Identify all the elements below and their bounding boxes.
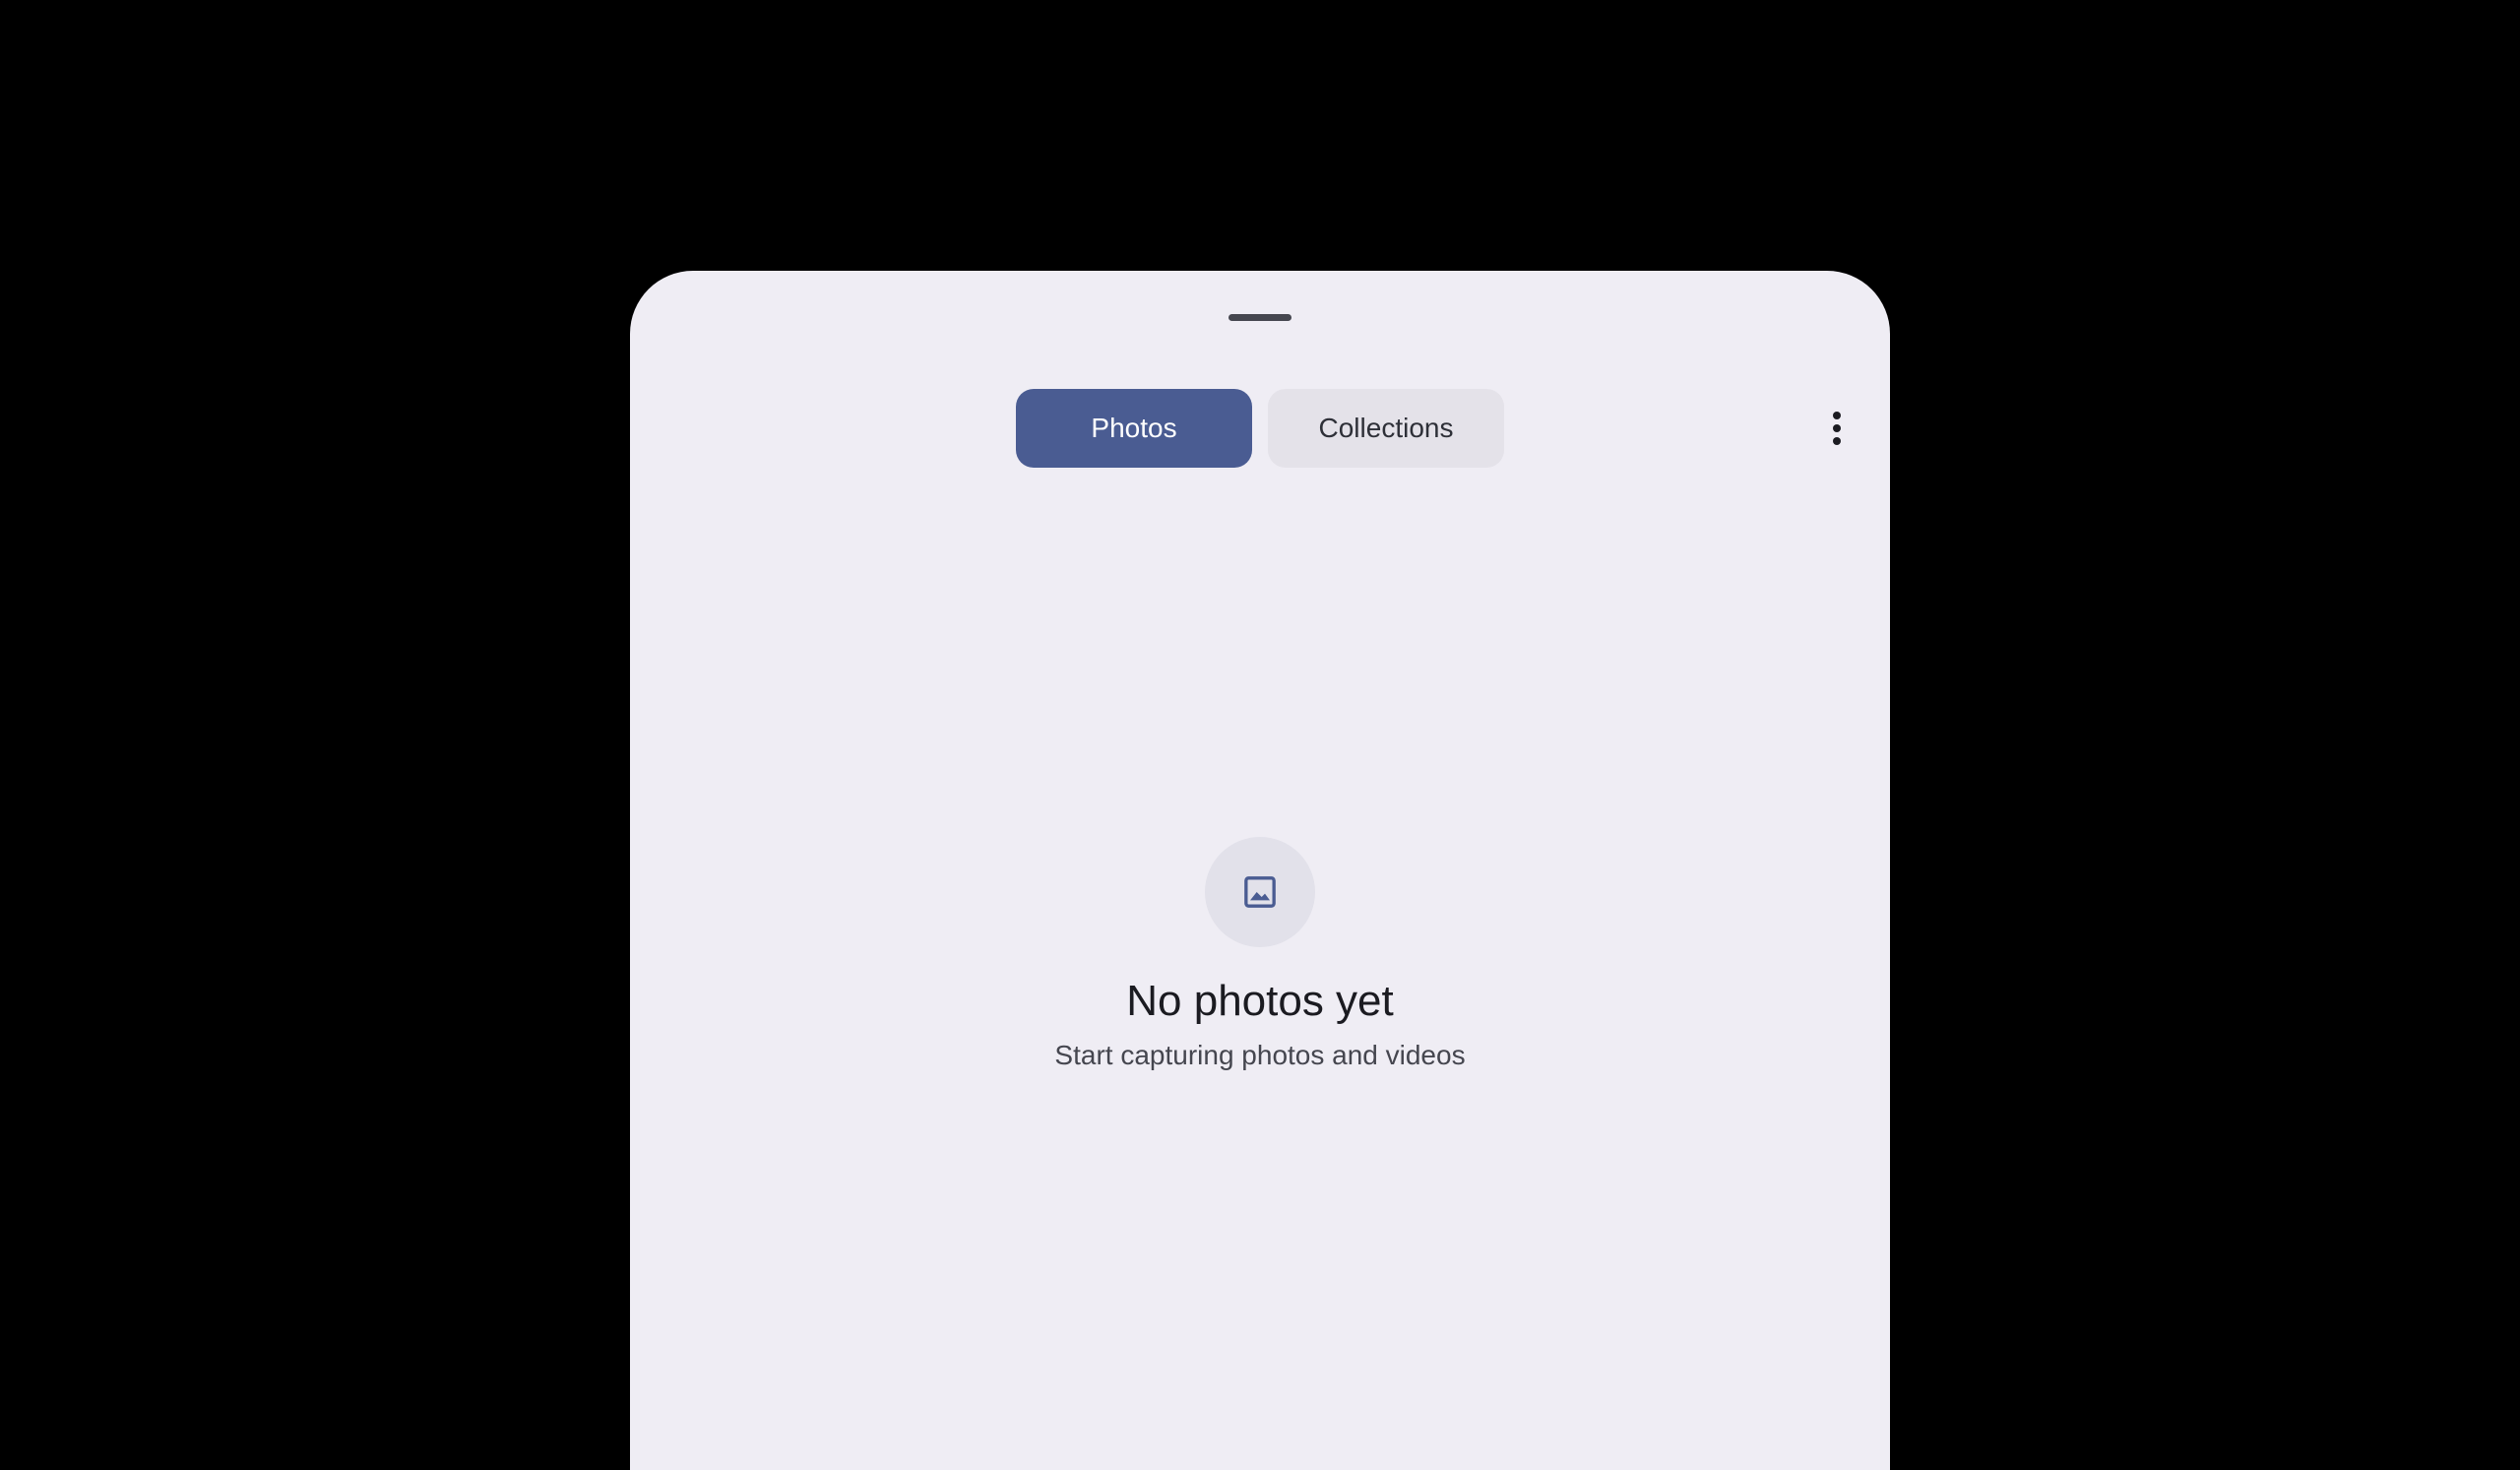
empty-state: No photos yet Start capturing photos and… [630, 837, 1890, 1073]
empty-state-title: No photos yet [1126, 977, 1394, 1025]
tab-photos-label: Photos [1091, 413, 1177, 443]
tab-bar: Photos Collections [1016, 389, 1504, 468]
tab-photos[interactable]: Photos [1016, 389, 1252, 468]
tab-collections-label: Collections [1318, 413, 1454, 443]
empty-state-icon-container [1205, 837, 1315, 947]
empty-state-subtitle: Start capturing photos and videos [1054, 1040, 1466, 1070]
tab-collections[interactable]: Collections [1268, 389, 1504, 468]
image-icon [1244, 876, 1276, 908]
drag-handle[interactable] [1228, 314, 1292, 321]
more-options-icon[interactable] [1807, 399, 1866, 458]
bottom-sheet: Photos Collections No photos yet Start c… [630, 271, 1890, 1470]
